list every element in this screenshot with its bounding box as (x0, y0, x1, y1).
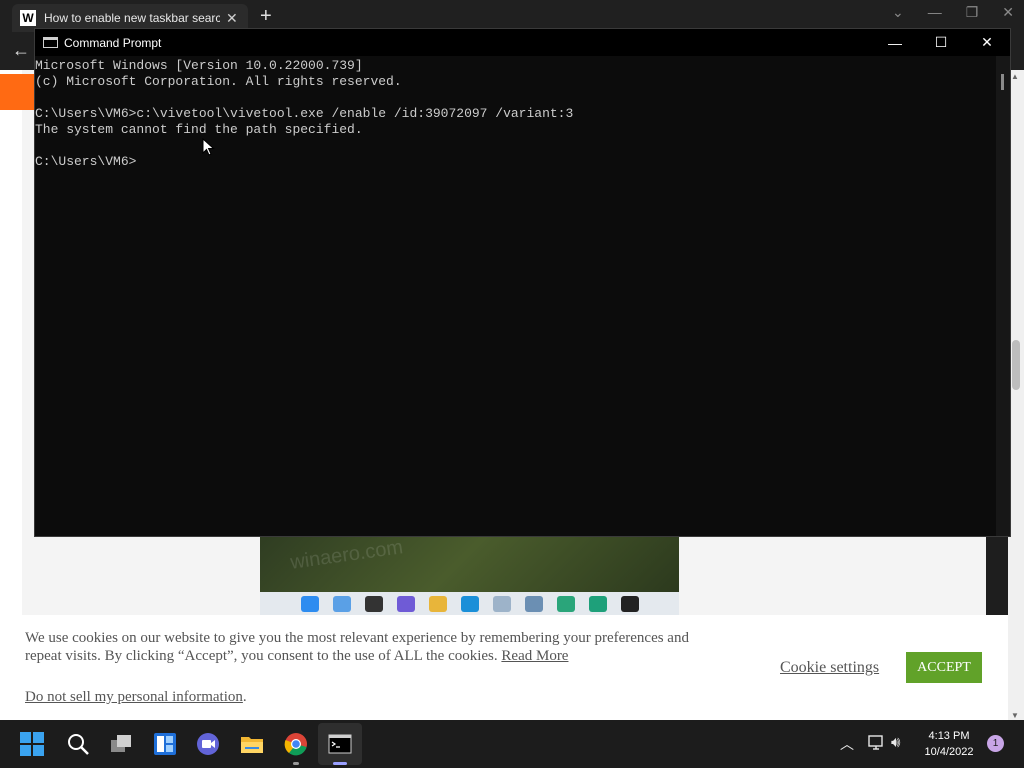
img-edge-icon (460, 596, 479, 612)
img-edge-dev-icon (588, 596, 607, 612)
file-explorer-icon[interactable] (240, 732, 264, 756)
search-icon[interactable] (66, 732, 90, 756)
browser-minimize-icon[interactable]: — (928, 4, 942, 21)
cmd-scrollbar[interactable] (996, 56, 1010, 536)
img-explorer-icon (428, 596, 447, 612)
volume-icon[interactable]: 🔊︎ (891, 734, 900, 768)
close-icon[interactable]: ✕ (964, 29, 1010, 56)
article-screenshot-image: winaero.com (260, 536, 679, 616)
browser-restore-icon[interactable]: ❐ (966, 4, 979, 21)
site-header-accent (0, 74, 34, 110)
chrome-icon[interactable] (284, 732, 308, 756)
start-windows-icon[interactable] (20, 732, 44, 756)
img-terminal-icon (620, 596, 639, 612)
img-taskview-icon (364, 596, 383, 612)
img-search-icon (332, 596, 351, 612)
maximize-icon[interactable]: ☐ (918, 29, 964, 56)
cmd-app-icon (43, 37, 58, 48)
read-more-link[interactable]: Read More (501, 648, 568, 664)
page-scroll-thumb[interactable] (1012, 340, 1020, 390)
do-not-sell-link[interactable]: Do not sell my personal information (25, 689, 243, 705)
chrome-running-indicator (293, 762, 299, 765)
minimize-icon[interactable]: — (872, 29, 918, 56)
browser-close-icon[interactable]: ✕ (1002, 4, 1014, 21)
windows-taskbar: ︿ 🔊︎ 4:13 PM 10/4/2022 (0, 720, 1024, 768)
img-photos-icon (492, 596, 511, 612)
browser-window-controls: ⌄ — ❐ ✕ (892, 4, 1014, 21)
show-hidden-icons-chevron-icon[interactable]: ︿ (840, 734, 854, 768)
cmd-scroll-thumb[interactable] (1001, 74, 1004, 90)
scroll-up-icon[interactable]: ▲ (1011, 72, 1019, 81)
img-control-icon (524, 596, 543, 612)
system-clock[interactable]: 4:13 PM 10/4/2022 (916, 728, 982, 760)
image-watermark: winaero.com (288, 536, 405, 574)
command-prompt-taskbar-icon[interactable] (328, 732, 352, 756)
network-icon[interactable] (868, 735, 886, 751)
clock-time: 4:13 PM (928, 730, 970, 742)
cmd-console-output[interactable]: Microsoft Windows [Version 10.0.22000.73… (35, 58, 997, 536)
do-not-sell-period: . (242, 689, 247, 705)
mouse-pointer-icon (202, 138, 215, 156)
tab-search-chevron-icon[interactable]: ⌄ (892, 4, 904, 21)
widgets-icon[interactable] (153, 732, 177, 756)
command-prompt-window[interactable]: Command Prompt — ☐ ✕ Microsoft Windows [… (34, 28, 1011, 537)
console-line: C:\Users\VM6>c:\vivetool\vivetool.exe /e… (35, 106, 574, 121)
cookie-message: We use cookies on our website to give yo… (25, 629, 715, 665)
console-line: (c) Microsoft Corporation. All rights re… (35, 74, 402, 89)
cmd-window-controls: — ☐ ✕ (872, 29, 1010, 56)
cookie-consent-banner: We use cookies on our website to give yo… (0, 615, 1008, 720)
teams-chat-icon[interactable] (196, 732, 220, 756)
img-start-icon (300, 596, 319, 612)
back-arrow-icon[interactable]: ← (12, 40, 30, 61)
winaero-favicon-icon: W (20, 10, 36, 26)
cmd-active-indicator (333, 762, 347, 765)
console-line: Microsoft Windows [Version 10.0.22000.73… (35, 58, 363, 73)
console-line: The system cannot find the path specifie… (35, 122, 363, 137)
accept-cookies-button[interactable]: ACCEPT (906, 652, 982, 683)
console-prompt[interactable]: C:\Users\VM6> (35, 154, 997, 170)
notification-count-badge[interactable]: 1 (987, 735, 1004, 752)
scroll-down-icon[interactable]: ▼ (1011, 711, 1019, 720)
cmd-titlebar[interactable]: Command Prompt — ☐ ✕ (35, 29, 1010, 56)
cmd-window-title: Command Prompt (64, 35, 162, 50)
img-edge-can-icon (556, 596, 575, 612)
do-not-sell-line: Do not sell my personal information. (25, 688, 247, 706)
task-view-icon[interactable] (109, 732, 133, 756)
tab-close-icon[interactable]: ✕ (226, 10, 238, 27)
new-tab-icon[interactable]: + (260, 5, 272, 27)
image-taskbar-preview (260, 592, 679, 616)
cookie-message-text: We use cookies on our website to give yo… (25, 630, 689, 664)
tab-title: How to enable new taskbar search (44, 11, 220, 25)
img-chat-icon (396, 596, 415, 612)
cookie-settings-link[interactable]: Cookie settings (780, 659, 879, 677)
clock-date: 10/4/2022 (924, 746, 974, 758)
